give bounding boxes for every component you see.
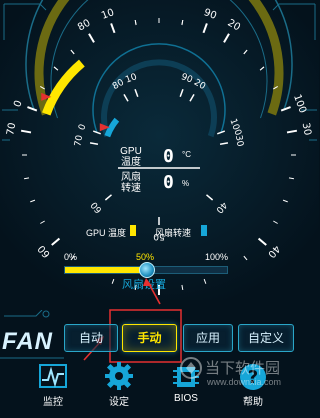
auto-mode-button[interactable]: 自动 — [64, 324, 118, 352]
monitor-icon — [39, 364, 67, 388]
help-icon: ? — [240, 364, 266, 390]
nav-help[interactable]: ? — [238, 362, 268, 392]
fan-speed-value: 0 — [163, 172, 174, 193]
slider-min-label: 0% — [64, 252, 78, 262]
legend-gpu-swatch — [130, 225, 136, 236]
nav-bios[interactable] — [172, 362, 200, 392]
legend-fan-label: 风扇转速 — [155, 228, 192, 238]
gpu-temp-label-line2: 温度 — [121, 157, 141, 168]
slider-fill — [65, 267, 146, 273]
nav-settings-label[interactable]: 设定 — [99, 393, 139, 408]
nav-monitor[interactable] — [38, 362, 68, 392]
inner-tick-label: 70 — [73, 134, 85, 147]
fan-speed-unit: % — [182, 179, 190, 188]
slider-title: 风扇设置 — [122, 279, 166, 291]
fan-logo-text: FAN — [2, 328, 53, 355]
fan-speed-label-line2: 转速 — [121, 183, 141, 194]
legend-fan-swatch — [201, 225, 207, 236]
fan-gauge: 0102030405060708090100 01020304050607080… — [0, 0, 319, 300]
slider-value-label: 50% — [136, 252, 155, 262]
manual-mode-button[interactable]: 手动 — [122, 324, 177, 352]
app-window: 0102030405060708090100 01020304050607080… — [0, 0, 319, 418]
gpu-temp-unit: °C — [182, 150, 191, 159]
nav-monitor-label[interactable]: 监控 — [33, 393, 73, 408]
custom-button[interactable]: 自定义 — [238, 324, 294, 352]
slider-max-label: 100% — [205, 252, 229, 262]
gear-icon — [105, 362, 133, 390]
outer-tick-label: 30 — [300, 122, 313, 136]
gpu-temp-value: 0 — [163, 146, 174, 167]
svg-text:?: ? — [248, 367, 258, 388]
nav-help-label[interactable]: 帮助 — [233, 393, 273, 408]
outer-tick-label: 50 — [153, 299, 166, 300]
nav-bios-label[interactable]: BIOS — [166, 393, 206, 404]
fan-speed-label: 风扇 转速 — [116, 172, 146, 194]
apply-button[interactable]: 应用 — [183, 324, 233, 352]
legend-gpu-label: GPU 温度 — [86, 228, 127, 238]
gpu-temp-label: GPU 温度 — [116, 146, 146, 168]
gpu-temp-label-line1: GPU — [120, 146, 142, 157]
nav-settings[interactable] — [104, 361, 134, 391]
fan-speed-label-line1: 风扇 — [121, 172, 141, 183]
outer-tick-label: 70 — [5, 122, 18, 136]
bios-chip-icon — [173, 367, 199, 387]
fan-speed-slider[interactable] — [64, 262, 228, 278]
